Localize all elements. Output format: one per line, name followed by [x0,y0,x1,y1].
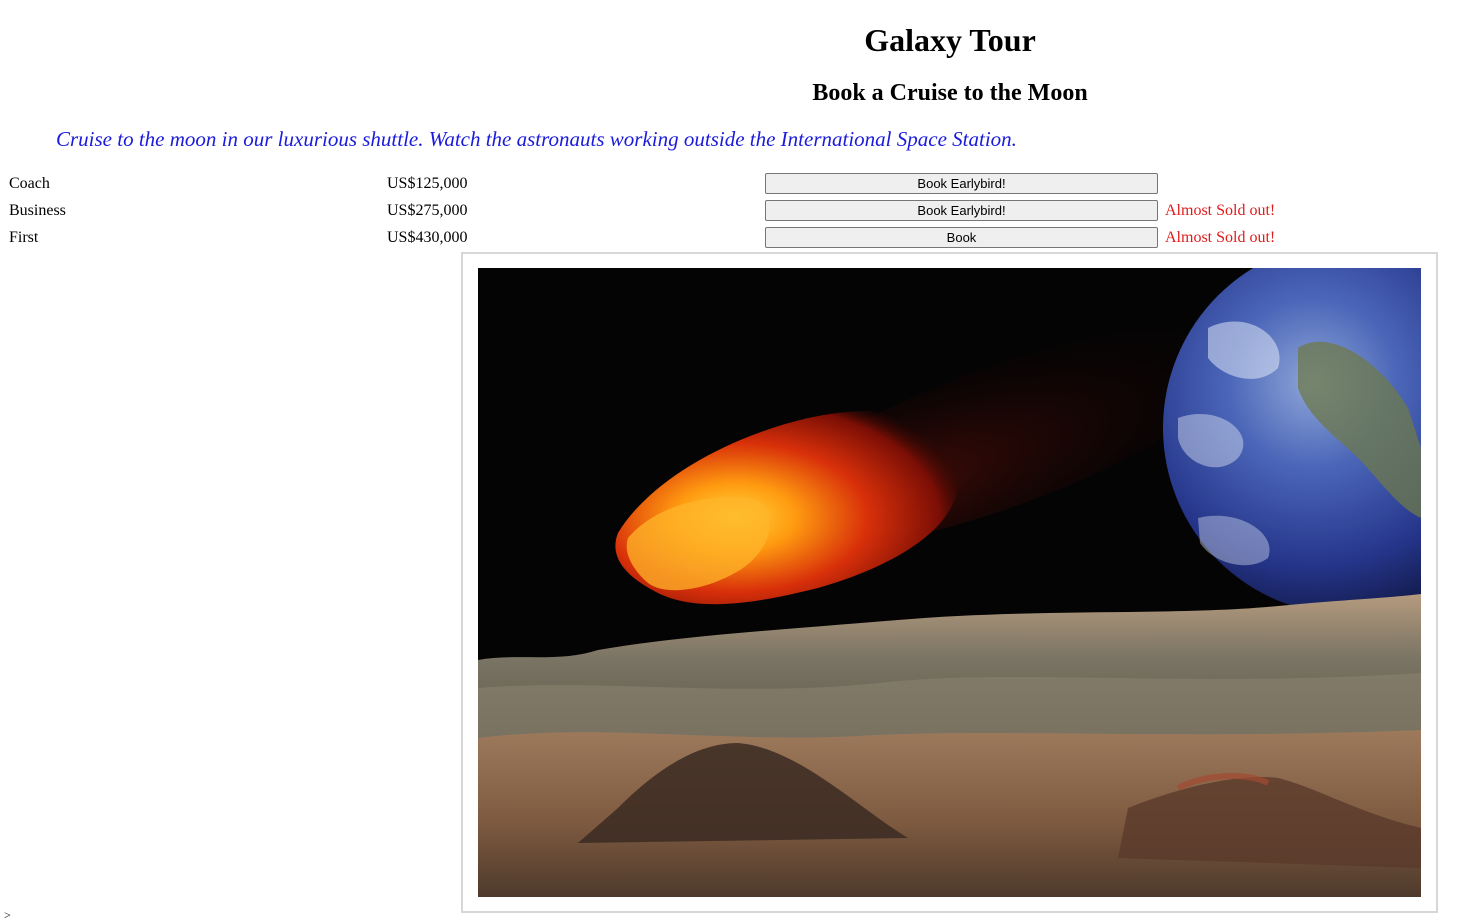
fare-class: First [9,229,39,246]
moon-image-frame [461,252,1438,913]
fare-class: Coach [9,175,50,192]
intro-text: Cruise to the moon in our luxurious shut… [56,127,1017,151]
fare-price: US$275,000 [387,202,468,219]
moon-landscape-image [478,268,1421,897]
fare-price: US$125,000 [387,175,468,192]
fare-row-business: Business US$275,000 Book Earlybird! Almo… [0,200,1481,224]
fare-class: Business [9,202,66,219]
fare-notice: Almost Sold out! [1165,202,1276,219]
fare-price: US$430,000 [387,229,468,246]
fare-notice: Almost Sold out! [1165,229,1276,246]
page-subtitle: Book a Cruise to the Moon [812,80,1088,106]
book-coach-button[interactable]: Book Earlybird! [765,173,1158,194]
fare-row-first: First US$430,000 Book Almost Sold out! [0,227,1481,251]
book-business-button[interactable]: Book Earlybird! [765,200,1158,221]
book-first-button[interactable]: Book [765,227,1158,248]
fare-row-coach: Coach US$125,000 Book Earlybird! [0,173,1481,197]
text-caret: > [4,908,11,922]
page-title: Galaxy Tour [864,22,1036,58]
